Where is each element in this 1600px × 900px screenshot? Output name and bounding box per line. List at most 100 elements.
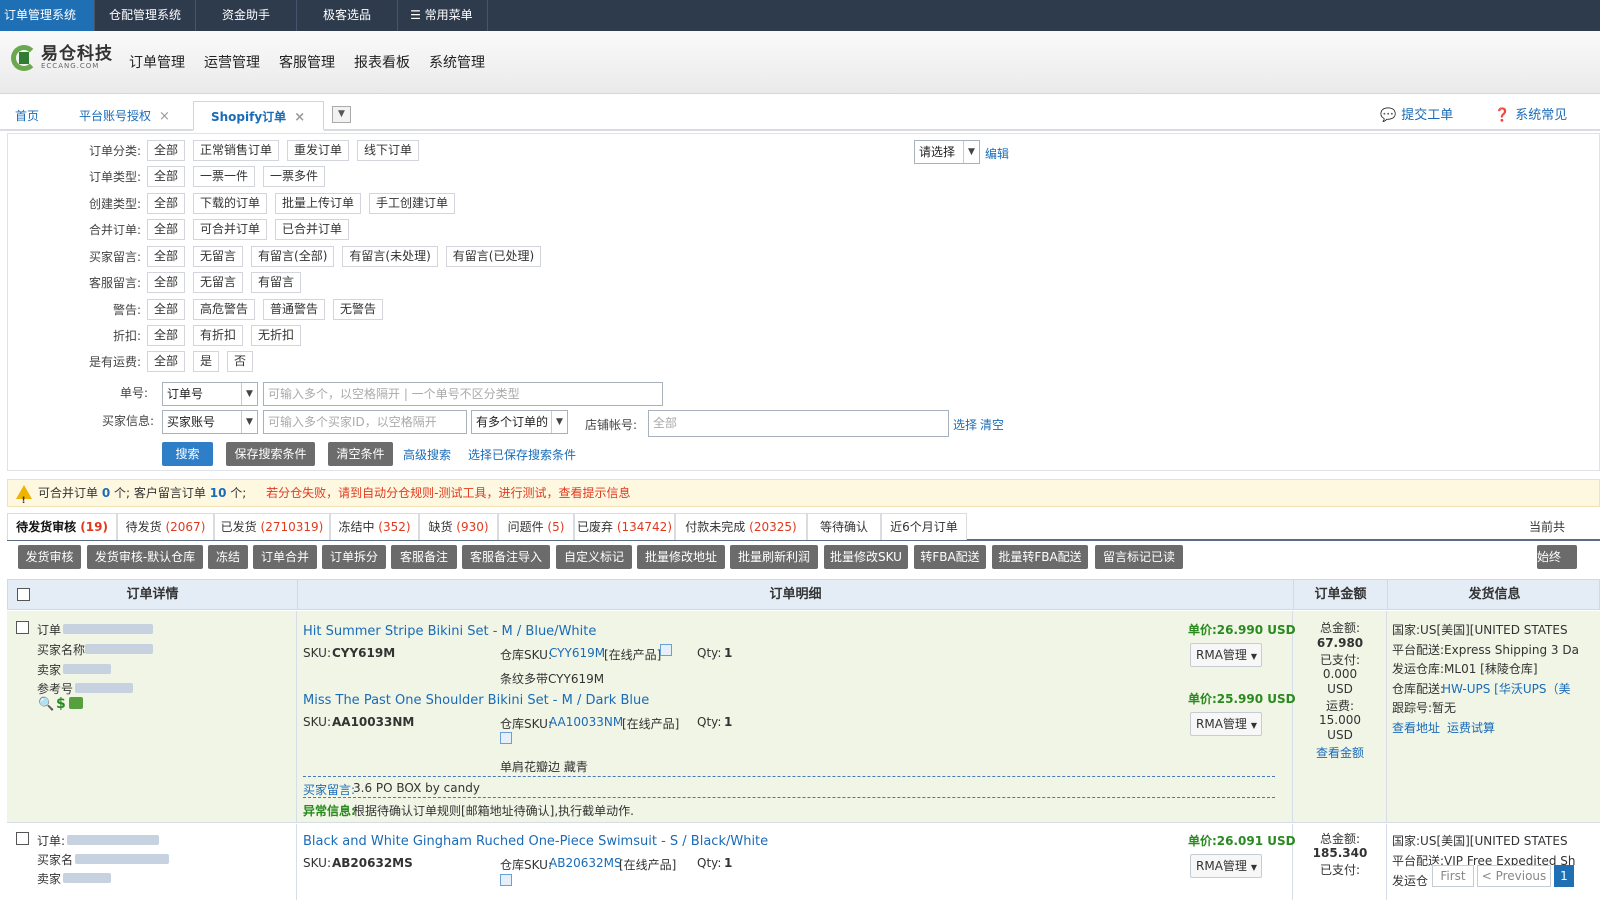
filter-option[interactable]: 重发订单 [287, 139, 350, 161]
copy-icon[interactable] [500, 732, 512, 744]
filter-option[interactable]: 有留言(已处理) [445, 245, 542, 267]
filter-option[interactable]: 否 [227, 350, 254, 372]
system-tab-order[interactable]: 订单管理系统 [0, 0, 96, 31]
filter-option[interactable]: 全部 [147, 350, 186, 372]
filter-option[interactable]: 全部 [147, 298, 186, 320]
view-amount-link[interactable]: 查看金额 [1293, 744, 1387, 761]
filter-option[interactable]: 是 [193, 350, 220, 372]
buyer-message-link[interactable]: 买家留言: [303, 781, 355, 798]
view-address-link[interactable]: 查看地址 [1392, 719, 1440, 736]
status-tab[interactable]: 缺货 (930) [419, 513, 498, 540]
pager-previous-button[interactable]: < Previous [1477, 865, 1551, 887]
action-button[interactable]: 始终 [1537, 545, 1577, 569]
action-button[interactable]: 批量转FBA配送 [992, 545, 1088, 569]
warehouse-sku-link[interactable]: AA10033NM [549, 715, 623, 729]
buyer-type-select[interactable]: 买家账号 ▼ [162, 410, 258, 434]
filter-option[interactable]: 全部 [147, 245, 186, 267]
filter-option[interactable]: 有留言(未处理) [342, 245, 438, 267]
action-button[interactable]: 转FBA配送 [914, 545, 986, 569]
common-menu[interactable]: ☰ 常用菜单 [398, 0, 488, 31]
filter-option[interactable]: 一票多件 [263, 165, 326, 187]
close-icon[interactable]: × [294, 110, 305, 125]
filter-option[interactable]: 全部 [147, 218, 186, 240]
action-button[interactable]: 订单拆分 [322, 545, 386, 569]
tab-shopify-orders[interactable]: Shopify订单 × [193, 101, 325, 131]
rma-dropdown[interactable]: RMA管理 ▼ [1190, 854, 1262, 878]
status-tab[interactable]: 问题件 (5) [498, 513, 574, 540]
order-no-input[interactable]: 可输入多个，以空格隔开 | 一个单号不区分类型 [263, 382, 663, 406]
multi-order-select[interactable]: 有多个订单的 ▼ [471, 410, 568, 434]
copy-icon[interactable] [500, 874, 512, 886]
action-button[interactable]: 发货审核-默认仓库 [87, 545, 203, 569]
status-tab[interactable]: 冻结中 (352) [330, 513, 419, 540]
system-tab-warehouse[interactable]: 仓配管理系统 [95, 0, 197, 31]
row-checkbox[interactable] [16, 832, 29, 845]
warehouse-sku-link[interactable]: CYY619M [549, 646, 605, 660]
action-button[interactable]: 订单合并 [253, 545, 317, 569]
submit-ticket-link[interactable]: 💬 提交工单 [1380, 101, 1453, 131]
ship-method-link[interactable]: HW-UPS [华沃UPS（美 [1442, 680, 1571, 697]
filter-option[interactable]: 无折扣 [251, 324, 302, 346]
close-icon[interactable]: × [159, 109, 170, 124]
tag-icon[interactable] [69, 697, 83, 709]
saved-filter-select[interactable]: 请选择 ▼ [914, 140, 980, 164]
action-button[interactable]: 批量修改SKU [824, 545, 908, 569]
filter-option[interactable]: 有折扣 [193, 324, 244, 346]
search-icon[interactable]: 🔍 [38, 697, 54, 712]
action-button[interactable]: 冻结 [208, 545, 248, 569]
search-button[interactable]: 搜索 [162, 442, 213, 466]
choose-store-link[interactable]: 选择 [953, 416, 977, 433]
filter-option[interactable]: 高危警告 [193, 298, 256, 320]
filter-option[interactable]: 全部 [147, 324, 186, 346]
product-title-link[interactable]: Hit Summer Stripe Bikini Set - M / Blue/… [303, 624, 596, 639]
action-button[interactable]: 发货审核 [18, 545, 81, 569]
filter-option[interactable]: 全部 [147, 271, 186, 293]
row-checkbox[interactable] [16, 621, 29, 634]
system-tab-funds[interactable]: 资金助手 [196, 0, 298, 31]
status-tab[interactable]: 已发货 (2710319) [214, 513, 330, 540]
filter-option[interactable]: 全部 [147, 192, 186, 214]
filter-option[interactable]: 一票一件 [193, 165, 256, 187]
freight-trial-link[interactable]: 运费试算 [1447, 719, 1495, 736]
nav-cs[interactable]: 客服管理 [279, 52, 335, 72]
status-tab[interactable]: 已废弃 (134742) [574, 513, 675, 540]
saved-conditions-link[interactable]: 选择已保存搜索条件 [468, 446, 576, 463]
edit-link[interactable]: 编辑 [985, 145, 1009, 162]
rma-dropdown[interactable]: RMA管理 ▼ [1190, 712, 1262, 736]
filter-option[interactable]: 有留言(全部) [251, 245, 335, 267]
action-button[interactable]: 批量刷新利润 [730, 545, 818, 569]
filter-option[interactable]: 已合并订单 [275, 218, 350, 240]
copy-icon[interactable] [660, 644, 672, 656]
action-button[interactable]: 留言标记已读 [1095, 545, 1183, 569]
filter-option[interactable]: 下载的订单 [193, 192, 268, 214]
pager-first-button[interactable]: First [1432, 865, 1474, 887]
store-account-input[interactable]: 全部 [648, 410, 949, 437]
nav-ops[interactable]: 运营管理 [204, 52, 260, 72]
clear-conditions-button[interactable]: 清空条件 [328, 442, 393, 466]
action-button[interactable]: 批量修改地址 [637, 545, 725, 569]
filter-option[interactable]: 正常销售订单 [193, 139, 280, 161]
action-button[interactable]: 客服备注 [391, 545, 457, 569]
tab-dropdown-icon[interactable]: ▼ [332, 106, 351, 123]
status-tab[interactable]: 等待确认 [807, 513, 881, 540]
system-tab-geek[interactable]: 极客选品 [297, 0, 399, 31]
faq-link[interactable]: ❓ 系统常见 [1494, 101, 1567, 131]
pager-page-current[interactable]: 1 [1554, 865, 1574, 887]
nav-order[interactable]: 订单管理 [129, 52, 185, 72]
filter-option[interactable]: 线下订单 [357, 139, 420, 161]
filter-option[interactable]: 无留言 [193, 271, 244, 293]
filter-option[interactable]: 手工创建订单 [369, 192, 456, 214]
dollar-icon[interactable]: $ [56, 696, 66, 712]
status-tab[interactable]: 付款未完成 (20325) [675, 513, 807, 540]
filter-option[interactable]: 可合并订单 [193, 218, 268, 240]
status-tab[interactable]: 近6个月订单 [881, 513, 967, 540]
warehouse-sku-link[interactable]: AB20632MS [549, 856, 622, 870]
action-button[interactable]: 自定义标记 [556, 545, 632, 569]
rma-dropdown[interactable]: RMA管理 ▼ [1190, 643, 1262, 667]
buyer-id-input[interactable]: 可输入多个买家ID，以空格隔开 [263, 410, 467, 434]
filter-option[interactable]: 无留言 [193, 245, 244, 267]
action-button[interactable]: 客服备注导入 [462, 545, 550, 569]
advanced-search-link[interactable]: 高级搜索 [403, 446, 451, 463]
filter-option[interactable]: 有留言 [251, 271, 302, 293]
tab-platform-auth[interactable]: 平台账号授权 × [79, 101, 170, 131]
